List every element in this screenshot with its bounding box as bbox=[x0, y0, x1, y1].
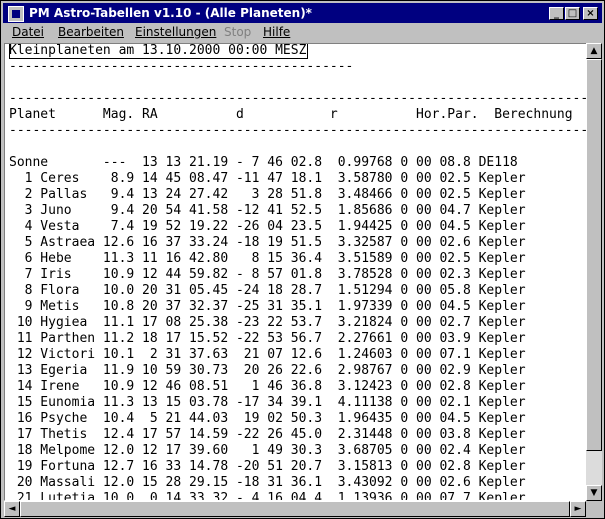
table-row: 16 Psyche 10.4 5 21 44.03 19 02 50.3 1.9… bbox=[9, 411, 526, 426]
app-window: PM Astro-Tabellen v1.10 - (Alle Planeten… bbox=[0, 0, 605, 519]
table-row: 14 Irene 10.9 12 46 08.51 1 46 36.8 3.12… bbox=[9, 379, 526, 394]
menu-datei[interactable]: Datei bbox=[12, 25, 44, 39]
scroll-up-button[interactable]: ▲ bbox=[586, 43, 602, 59]
scroll-down-button[interactable]: ▼ bbox=[586, 485, 602, 501]
table-row: 5 Astraea 12.6 16 37 33.24 -18 19 51.5 3… bbox=[9, 235, 526, 250]
minimize-icon: _ bbox=[554, 8, 559, 19]
maximize-button[interactable]: □ bbox=[565, 7, 580, 20]
table-row: ----------------------------------------… bbox=[9, 91, 586, 106]
table-row: ----------------------------------------… bbox=[9, 123, 586, 138]
window-title: PM Astro-Tabellen v1.10 - (Alle Planeten… bbox=[29, 6, 312, 20]
close-icon: × bbox=[586, 8, 595, 19]
arrow-up-icon: ▲ bbox=[590, 46, 598, 56]
report-lines: ----------------------------------------… bbox=[9, 59, 586, 501]
table-row: 4 Vesta 7.4 19 52 19.22 -26 04 23.5 1.94… bbox=[9, 219, 526, 234]
vertical-scrollbar[interactable]: ▲ ▼ bbox=[586, 43, 602, 501]
table-text: Kleinplaneten am 13.10.2000 00:00 MESZ -… bbox=[9, 43, 586, 501]
table-row: 12 Victori 10.1 2 31 37.63 21 07 12.6 1.… bbox=[9, 347, 526, 362]
table-row: 17 Thetis 12.4 17 57 14.59 -22 26 45.0 2… bbox=[9, 427, 526, 442]
menu-bar: Datei Bearbeiten Einstellungen Stop Hilf… bbox=[3, 24, 602, 42]
table-row: Sonne --- 13 13 21.19 - 7 46 02.8 0.9976… bbox=[9, 155, 518, 170]
size-grip[interactable] bbox=[586, 501, 602, 517]
table-row: 7 Iris 10.9 12 44 59.82 - 8 57 01.8 3.78… bbox=[9, 267, 526, 282]
table-row: 1 Ceres 8.9 14 45 08.47 -11 47 18.1 3.58… bbox=[9, 171, 526, 186]
menu-hilfe[interactable]: Hilfe bbox=[263, 25, 290, 39]
menu-stop: Stop bbox=[224, 25, 252, 39]
menu-einstellungen[interactable]: Einstellungen bbox=[135, 25, 216, 39]
table-row: 9 Metis 10.8 20 37 32.37 -25 31 35.1 1.9… bbox=[9, 299, 526, 314]
scroll-right-button[interactable]: ► bbox=[570, 501, 586, 517]
app-icon[interactable] bbox=[8, 6, 24, 22]
arrow-right-icon: ► bbox=[574, 504, 582, 514]
table-row: 10 Hygiea 11.1 17 08 25.38 -23 22 53.7 3… bbox=[9, 315, 526, 330]
table-row: 19 Fortuna 12.7 16 33 14.78 -20 51 20.7 … bbox=[9, 459, 526, 474]
table-row: 8 Flora 10.0 20 31 05.45 -24 18 28.7 1.5… bbox=[9, 283, 526, 298]
table-row: ----------------------------------------… bbox=[9, 59, 354, 74]
scroll-left-button[interactable]: ◄ bbox=[4, 501, 20, 517]
table-row: 20 Massali 12.0 15 28 29.15 -18 31 36.1 … bbox=[9, 475, 526, 490]
arrow-down-icon: ▼ bbox=[590, 488, 598, 498]
vertical-scroll-thumb[interactable] bbox=[586, 59, 602, 451]
table-row: 3 Juno 9.4 20 54 41.58 -12 41 52.5 1.856… bbox=[9, 203, 526, 218]
report-title: Kleinplaneten am 13.10.2000 00:00 MESZ bbox=[9, 43, 309, 59]
table-row: 13 Egeria 11.9 10 59 30.73 20 26 22.6 2.… bbox=[9, 363, 526, 378]
table-row: 6 Hebe 11.3 11 16 42.80 8 15 36.4 3.5158… bbox=[9, 251, 526, 266]
table-row: 21 Lutetia 10.0 0 14 33.32 - 4 16 04.4 1… bbox=[9, 491, 526, 501]
table-row: 2 Pallas 9.4 13 24 27.42 3 28 51.8 3.484… bbox=[9, 187, 526, 202]
text-output-area[interactable]: Kleinplaneten am 13.10.2000 00:00 MESZ -… bbox=[4, 43, 587, 501]
menu-bearbeiten[interactable]: Bearbeiten bbox=[58, 25, 124, 39]
table-row: 18 Melpome 12.0 12 17 39.60 1 49 30.3 3.… bbox=[9, 443, 526, 458]
maximize-icon: □ bbox=[567, 8, 578, 19]
table-row: 11 Parthen 11.2 18 17 15.52 -22 53 56.7 … bbox=[9, 331, 526, 346]
horizontal-scrollbar[interactable]: ◄ ► bbox=[4, 501, 586, 517]
horizontal-scroll-thumb[interactable] bbox=[20, 501, 570, 517]
title-bar[interactable]: PM Astro-Tabellen v1.10 - (Alle Planeten… bbox=[3, 3, 602, 23]
arrow-left-icon: ◄ bbox=[8, 504, 16, 514]
minimize-button[interactable]: _ bbox=[549, 7, 564, 20]
close-button[interactable]: × bbox=[583, 7, 598, 20]
table-row: Planet Mag. RA d r Hor.Par. Berechnung bbox=[9, 107, 573, 122]
table-row: 15 Eunomia 11.3 13 15 03.78 -17 34 39.1 … bbox=[9, 395, 526, 410]
